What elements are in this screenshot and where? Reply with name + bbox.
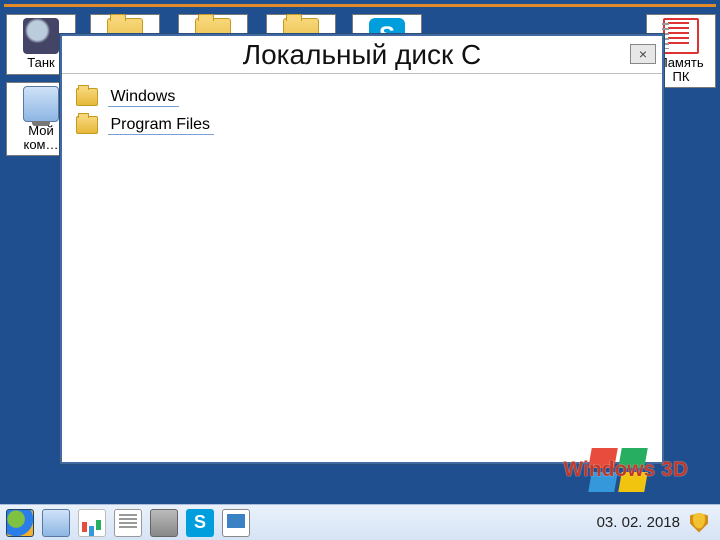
taskbar-document-icon[interactable] — [114, 509, 142, 537]
taskbar-chart-icon[interactable] — [78, 509, 106, 537]
folder-item-program-files[interactable]: Program Files — [76, 116, 648, 134]
folder-item-windows[interactable]: Windows — [76, 88, 648, 106]
folder-icon — [76, 116, 98, 134]
taskbar-skype-icon[interactable]: S — [186, 509, 214, 537]
security-shield-icon[interactable] — [690, 513, 708, 533]
taskbar-printer-icon[interactable] — [150, 509, 178, 537]
window-close-button[interactable]: × — [630, 44, 656, 64]
taskbar: S 03. 02. 2018 — [0, 504, 720, 540]
folder-item-label: Windows — [108, 88, 179, 107]
taskbar-monitor-icon[interactable] — [222, 509, 250, 537]
close-icon: × — [639, 46, 647, 62]
window-titlebar[interactable]: Локальный диск С × — [62, 36, 662, 74]
tank-icon — [23, 18, 59, 54]
folder-item-label: Program Files — [108, 116, 214, 135]
explorer-window: Локальный диск С × Windows Program Files — [60, 34, 664, 464]
taskbar-date: 03. 02. 2018 — [597, 514, 680, 531]
window-body: Windows Program Files — [62, 74, 662, 154]
folder-icon — [76, 88, 98, 106]
taskbar-computer-icon[interactable] — [42, 509, 70, 537]
notepad-icon — [663, 18, 699, 54]
window-title: Локальный диск С — [243, 39, 482, 71]
start-button[interactable] — [6, 509, 34, 537]
overlay-text: Windows 3D — [563, 458, 688, 482]
slide-top-rule — [4, 4, 716, 7]
computer-icon — [23, 86, 59, 122]
taskbar-tray: 03. 02. 2018 — [597, 513, 714, 533]
